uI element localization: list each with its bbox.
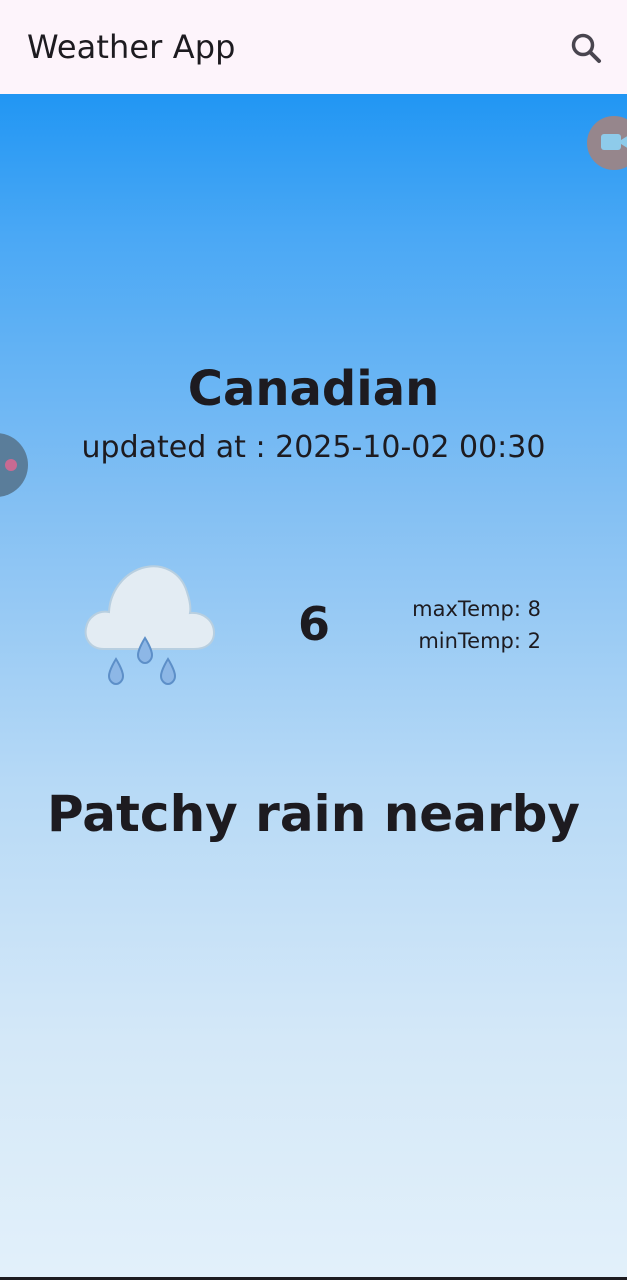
search-button[interactable] xyxy=(566,28,606,68)
cloud-rain-icon xyxy=(82,558,218,690)
app-title: Weather App xyxy=(27,28,236,66)
video-camera-icon xyxy=(601,134,627,150)
weather-condition: Patchy rain nearby xyxy=(46,785,580,843)
max-temp-label: maxTemp: 8 xyxy=(412,597,541,621)
weather-app-screen: Weather App Canadian updated at : 2025-1… xyxy=(0,0,627,1280)
current-temperature: 6 xyxy=(297,597,330,651)
search-icon xyxy=(571,33,601,63)
city-name: Canadian xyxy=(187,361,440,417)
updated-at-text: updated at : 2025-10-02 00:30 xyxy=(81,430,546,465)
temperature-range: maxTemp: 8 minTemp: 2 xyxy=(412,593,541,657)
floating-camera-bubble[interactable] xyxy=(587,116,627,170)
record-dot-icon xyxy=(5,459,17,471)
min-temp-label: minTemp: 2 xyxy=(418,629,541,653)
app-bar: Weather App xyxy=(0,0,627,94)
